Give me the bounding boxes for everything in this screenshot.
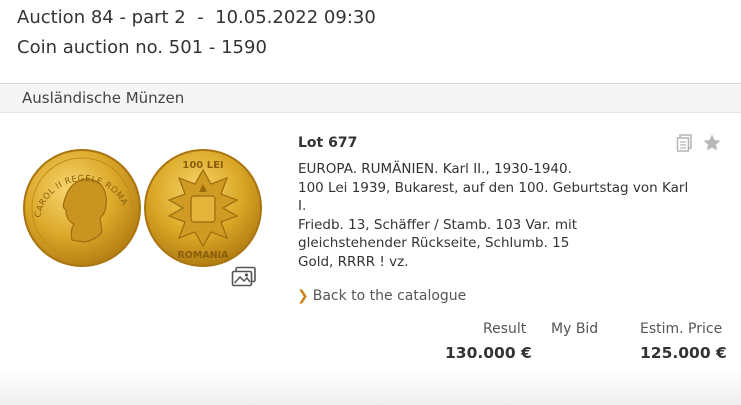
coin-obverse-image[interactable]: CAROL II REGELE ROMANILOR [22,148,142,268]
lot-description: EUROPA. RUMÄNIEN. Karl II., 1930-1940. 1… [298,160,708,271]
chevron-right-icon: ❯ [297,288,309,304]
estimate-label: Estim. Price [640,321,723,337]
lot-images[interactable]: CAROL II REGELE ROMANILOR 100 LEI ROMANI… [22,148,266,268]
back-to-catalogue-label: Back to the catalogue [312,288,467,304]
coin-reverse-image[interactable]: 100 LEI ROMANIA [143,148,263,268]
category-bar: Ausländische Münzen [0,83,741,113]
copy-icon[interactable] [675,133,695,153]
description-line: Friedb. 13, Schäffer / Stamb. 103 Var. m… [298,216,578,233]
coin-range-title: Coin auction no. 501 - 1590 [17,37,267,58]
estimate-value: 125.000 € [640,344,727,362]
my-bid-label: My Bid [551,321,599,337]
auction-title: Auction 84 - part 2 - 10.05.2022 09:30 [17,7,376,28]
result-label: Result [483,321,527,337]
description-line: I. [298,198,307,214]
result-value: 130.000 € [445,344,532,362]
lot-title: Lot 677 [298,135,358,151]
auction-header: Auction 84 - part 2 - 10.05.2022 09:30 C… [17,4,376,62]
description-line: 100 Lei 1939, Bukarest, auf den 100. Geb… [298,179,689,196]
description-line: EUROPA. RUMÄNIEN. Karl II., 1930-1940. [298,161,572,177]
star-icon[interactable] [702,133,722,153]
description-line: Gold, RRRR ! vz. [298,253,409,270]
back-to-catalogue-link[interactable]: ❯ Back to the catalogue [297,288,466,304]
description-line: gleichstehender Rückseite, Schlumb. 15 [298,235,570,251]
category-title: Ausländische Münzen [22,89,185,107]
coin-reverse-legend: ROMANIA [177,250,229,261]
image-gallery-icon[interactable] [231,266,257,288]
bottom-divider-shadow [0,371,741,405]
coin-reverse-denomination: 100 LEI [182,160,223,171]
